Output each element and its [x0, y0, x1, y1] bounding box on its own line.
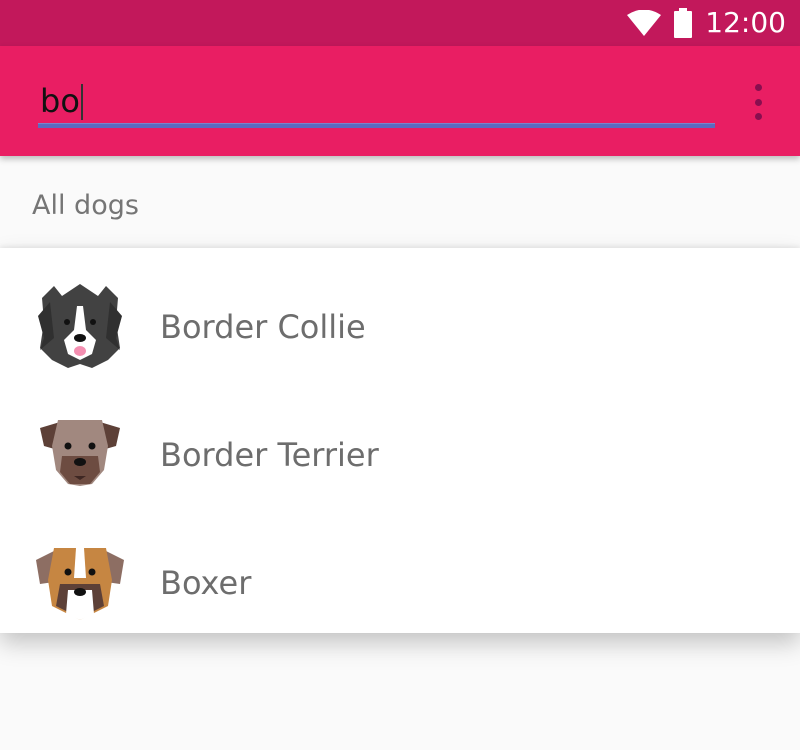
more-vert-icon[interactable] [748, 84, 768, 120]
breed-label: Boxer [160, 564, 252, 602]
status-icons: 12:00 [627, 0, 786, 46]
breed-label: Border Collie [160, 308, 366, 346]
section-header: All dogs [32, 190, 139, 221]
dot [754, 98, 762, 106]
status-time: 12:00 [705, 6, 786, 39]
battery-icon [674, 8, 693, 38]
dot [754, 113, 762, 120]
breed-label: Border Terrier [160, 436, 379, 474]
text-cursor [81, 84, 83, 120]
search-underline [38, 123, 715, 128]
dot [754, 84, 762, 91]
search-input[interactable]: bo [40, 82, 80, 120]
list-item-boxer[interactable]: Boxer [0, 504, 800, 632]
wifi-icon [627, 10, 662, 36]
app-bar: bo [0, 46, 800, 156]
status-bar: 12:00 [0, 0, 800, 46]
list-item-border-collie[interactable]: Border Collie [0, 248, 800, 376]
search-field[interactable]: bo [38, 76, 715, 136]
border-terrier-avatar [40, 420, 120, 486]
suggestion-list: Border Collie Border Terrier Boxer [0, 248, 800, 633]
boxer-avatar [36, 548, 124, 620]
list-item-border-terrier[interactable]: Border Terrier [0, 376, 800, 504]
border-collie-avatar [38, 284, 122, 368]
